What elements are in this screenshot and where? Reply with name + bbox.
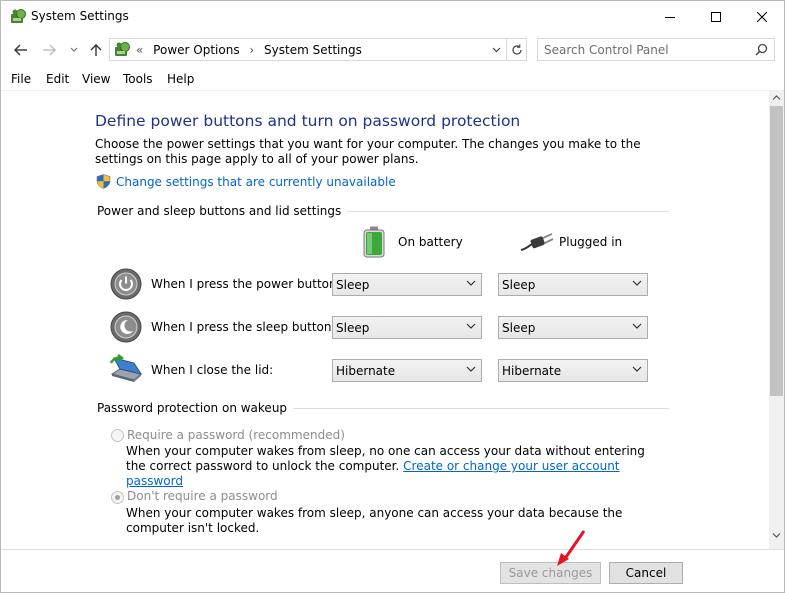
power-button-battery-select[interactable]: Sleep — [332, 273, 482, 296]
menu-file[interactable]: File — [11, 72, 31, 86]
dont-require-password-radio[interactable] — [111, 491, 124, 504]
breadcrumb: « Power Options › System Settings — [136, 43, 368, 57]
maximize-button[interactable] — [693, 1, 739, 32]
minimize-icon — [665, 16, 675, 18]
plugged-in-header: Plugged in — [559, 235, 623, 249]
change-unavailable-settings-link[interactable]: Change settings that are currently unava… — [116, 175, 396, 189]
power-button-plugged-select[interactable]: Sleep — [498, 273, 648, 296]
require-password-label[interactable]: Require a password (recommended) — [127, 428, 345, 442]
sleep-button-battery-select[interactable]: Sleep — [332, 316, 482, 339]
chevron-down-icon — [466, 366, 476, 372]
close-icon — [757, 11, 767, 22]
scroll-up-icon[interactable] — [772, 94, 781, 101]
title-bar[interactable]: System Settings — [1, 1, 784, 32]
annotation-arrow-icon — [557, 530, 586, 566]
power-buttons-section-title: Power and sleep buttons and lid settings — [97, 204, 348, 218]
forward-arrow-icon — [43, 44, 56, 56]
back-button[interactable] — [11, 40, 31, 60]
search-box[interactable] — [537, 38, 775, 61]
refresh-button[interactable] — [506, 39, 527, 60]
menu-view[interactable]: View — [82, 72, 110, 86]
up-arrow-icon — [90, 44, 102, 56]
breadcrumb-separator[interactable]: › — [249, 43, 254, 57]
require-password-radio[interactable] — [111, 429, 124, 442]
uac-shield-icon — [96, 174, 111, 189]
forward-button[interactable] — [39, 40, 59, 60]
power-button-label: When I press the power button: — [151, 277, 341, 291]
content-pane: Define power buttons and turn on passwor… — [1, 91, 769, 549]
select-value: Sleep — [336, 278, 370, 292]
select-value: Hibernate — [336, 364, 396, 378]
refresh-icon — [512, 44, 522, 55]
dialog-footer: Save changes Cancel — [1, 549, 784, 592]
select-value: Sleep — [502, 321, 536, 335]
on-battery-header: On battery — [398, 235, 463, 249]
up-button[interactable] — [86, 40, 106, 60]
page-title: Define power buttons and turn on passwor… — [95, 112, 521, 130]
chevron-down-icon — [632, 280, 642, 286]
address-bar[interactable]: « Power Options › System Settings — [109, 38, 527, 61]
breadcrumb-system-settings[interactable]: System Settings — [264, 43, 362, 57]
power-icon — [110, 268, 142, 300]
recent-locations-button[interactable] — [64, 40, 84, 60]
dont-require-password-label[interactable]: Don't require a password — [127, 489, 278, 503]
chevron-down-icon — [70, 47, 78, 52]
maximize-icon — [711, 11, 721, 22]
window-title: System Settings — [31, 9, 129, 23]
lid-close-plugged-select[interactable]: Hibernate — [498, 359, 648, 382]
menu-edit[interactable]: Edit — [46, 72, 69, 86]
vertical-scrollbar[interactable] — [769, 91, 784, 549]
require-password-description: When your computer wakes from sleep, no … — [126, 444, 666, 489]
cancel-button[interactable]: Cancel — [609, 562, 683, 584]
select-value: Sleep — [502, 278, 536, 292]
chevron-down-icon — [466, 280, 476, 286]
menu-help[interactable]: Help — [167, 72, 194, 86]
menu-tools[interactable]: Tools — [123, 72, 153, 86]
page-description: Choose the power settings that you want … — [95, 137, 641, 166]
menu-bar: File Edit View Tools Help — [1, 69, 784, 91]
power-plug-icon — [520, 233, 554, 251]
control-panel-icon — [115, 42, 130, 56]
control-panel-icon — [11, 9, 26, 23]
search-input[interactable] — [544, 42, 744, 58]
scroll-down-icon[interactable] — [772, 532, 781, 539]
sleep-button-label: When I press the sleep button: — [151, 320, 336, 334]
select-value: Hibernate — [502, 364, 562, 378]
system-settings-window: System Settings « Power Options › System… — [0, 0, 785, 593]
back-arrow-icon — [14, 44, 27, 56]
scrollbar-thumb[interactable] — [770, 106, 783, 396]
laptop-lid-icon — [109, 354, 143, 382]
search-icon[interactable] — [755, 43, 768, 56]
chevron-down-icon — [492, 47, 500, 53]
lid-close-battery-select[interactable]: Hibernate — [332, 359, 482, 382]
address-dropdown-button[interactable] — [488, 42, 504, 58]
chevron-down-icon — [466, 323, 476, 329]
select-value: Sleep — [336, 321, 370, 335]
sleep-icon — [110, 311, 142, 343]
breadcrumb-overflow[interactable]: « — [136, 43, 143, 57]
password-section-title: Password protection on wakeup — [97, 401, 294, 415]
navigation-bar: « Power Options › System Settings — [1, 36, 784, 64]
minimize-button[interactable] — [647, 1, 693, 32]
chevron-down-icon — [632, 366, 642, 372]
sleep-button-plugged-select[interactable]: Sleep — [498, 316, 648, 339]
lid-close-label: When I close the lid: — [151, 363, 274, 377]
chevron-down-icon — [632, 323, 642, 329]
battery-icon — [363, 226, 385, 258]
breadcrumb-power-options[interactable]: Power Options — [153, 43, 239, 57]
close-button[interactable] — [739, 1, 784, 32]
